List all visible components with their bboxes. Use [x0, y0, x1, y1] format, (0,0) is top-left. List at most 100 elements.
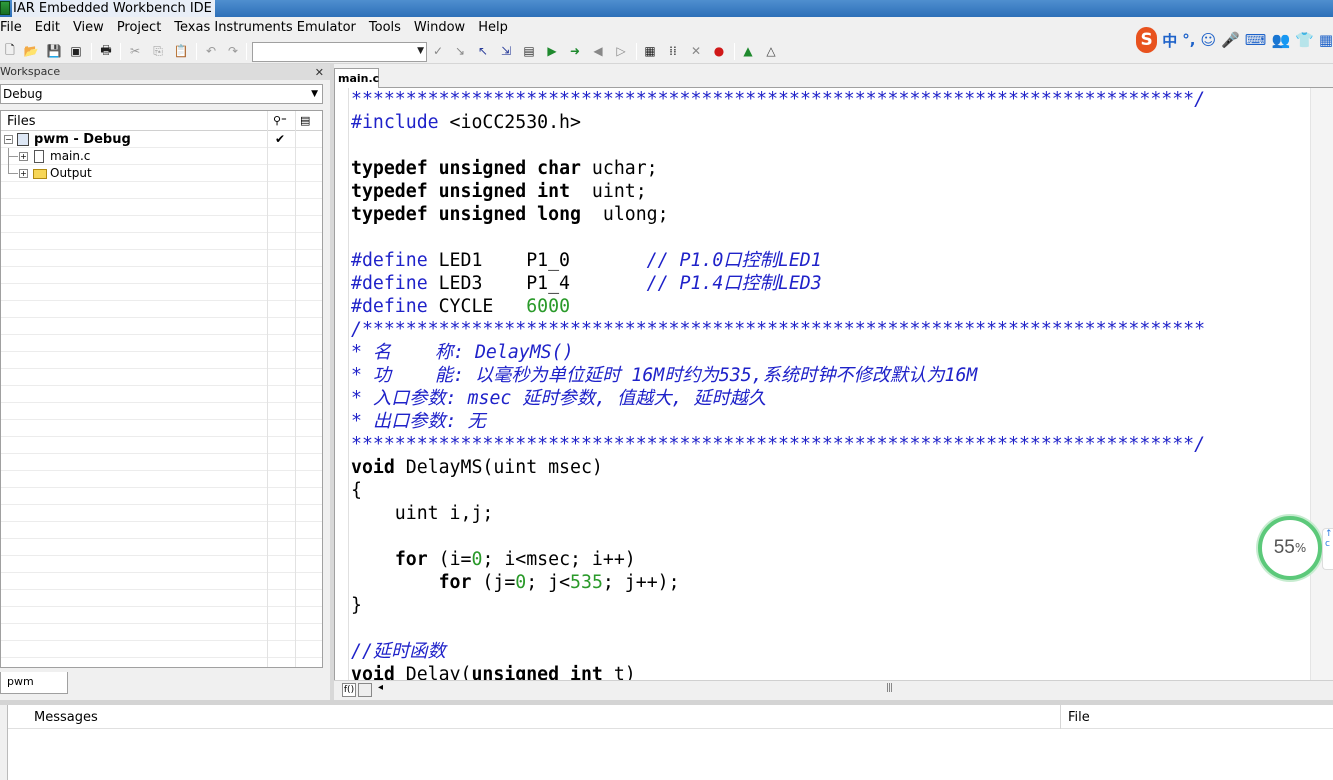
- find-in-files-icon[interactable]: ⇲: [498, 43, 514, 59]
- code-line[interactable]: typedef unsigned int uint;: [351, 180, 1205, 203]
- code-line[interactable]: ****************************************…: [351, 88, 1205, 111]
- column-options-icon[interactable]: ▤: [300, 114, 310, 127]
- step-forward-icon[interactable]: ▷: [613, 43, 629, 59]
- collapse-icon[interactable]: −: [4, 135, 13, 144]
- progress-indicator[interactable]: 55%: [1258, 516, 1322, 580]
- save-all-icon[interactable]: ▣: [68, 43, 84, 59]
- expand-icon[interactable]: +: [19, 152, 28, 161]
- code-line[interactable]: for (i=0; i<msec; i++): [351, 548, 1205, 571]
- step-back-icon[interactable]: ◀: [590, 43, 606, 59]
- expand-icon[interactable]: +: [19, 169, 28, 178]
- find-combo[interactable]: ▼: [252, 42, 427, 62]
- scroll-thumb-grip-icon[interactable]: |||: [886, 683, 893, 693]
- new-file-icon[interactable]: 🗋: [2, 43, 18, 59]
- menu-window[interactable]: Window: [408, 17, 472, 39]
- ime-skin-icon[interactable]: 👕: [1295, 31, 1314, 49]
- sort-options-icon[interactable]: ⚲⁼: [273, 114, 287, 127]
- menu-tools[interactable]: Tools: [363, 17, 408, 39]
- toggle-breakpoint-icon[interactable]: ●: [711, 43, 727, 59]
- copy-icon[interactable]: ⎘: [150, 43, 166, 59]
- menu-ti-emulator[interactable]: Texas Instruments Emulator: [168, 17, 363, 39]
- tree-item-main-c[interactable]: + main.c: [1, 148, 322, 165]
- print-icon[interactable]: 🖶: [98, 43, 114, 59]
- code-line[interactable]: #define CYCLE 6000: [351, 295, 1205, 318]
- next-bookmark-icon[interactable]: ↘: [452, 43, 468, 59]
- navigate-forward-icon[interactable]: ➜: [567, 43, 583, 59]
- code-text[interactable]: ****************************************…: [351, 88, 1205, 680]
- workspace-panel: Workspace ✕ Debug ▼ Files ⚲⁼ ▤ − pwm - D…: [0, 64, 330, 700]
- code-line[interactable]: void Delay(unsigned int t): [351, 663, 1205, 680]
- editor-gutter[interactable]: [335, 88, 349, 680]
- make-icon[interactable]: ⁞⁞: [665, 43, 681, 59]
- project-icon: [17, 133, 29, 146]
- code-line[interactable]: * 出口参数: 无: [351, 410, 1205, 433]
- horizontal-scrollbar[interactable]: f() ◂ |||: [334, 680, 1333, 698]
- code-line[interactable]: [351, 617, 1205, 640]
- code-token: #define: [351, 296, 428, 317]
- tree-item-project[interactable]: − pwm - Debug ✔: [1, 131, 322, 148]
- scroll-left-icon[interactable]: ◂: [378, 682, 383, 693]
- tab-pwm[interactable]: pwm: [0, 672, 68, 694]
- compile-icon[interactable]: ▦: [642, 43, 658, 59]
- code-line[interactable]: void DelayMS(uint msec): [351, 456, 1205, 479]
- redo-icon[interactable]: ↷: [225, 43, 241, 59]
- code-line[interactable]: * 功 能: 以毫秒为单位延时 16M时约为535,系统时钟不修改默认为16M: [351, 364, 1205, 387]
- side-widget[interactable]: ↑ c: [1322, 528, 1333, 570]
- code-line[interactable]: ****************************************…: [351, 433, 1205, 456]
- function-list-icon[interactable]: f(): [342, 683, 356, 697]
- tree-item-output[interactable]: + Output: [1, 165, 322, 182]
- code-editor[interactable]: ****************************************…: [334, 88, 1310, 680]
- code-line[interactable]: //延时函数: [351, 640, 1205, 663]
- save-icon[interactable]: 💾: [46, 43, 62, 59]
- column-messages[interactable]: Messages: [34, 710, 98, 725]
- code-line[interactable]: [351, 525, 1205, 548]
- code-line[interactable]: [351, 134, 1205, 157]
- split-view-icon[interactable]: [358, 683, 372, 697]
- code-token: for: [394, 549, 428, 570]
- ime-user-icon[interactable]: 👥: [1271, 31, 1290, 49]
- chevron-down-icon: ▼: [311, 89, 318, 99]
- ime-keyboard-icon[interactable]: ⌨: [1245, 31, 1267, 49]
- undo-icon[interactable]: ↶: [203, 43, 219, 59]
- menu-project[interactable]: Project: [111, 17, 168, 39]
- close-icon[interactable]: ✕: [315, 65, 324, 81]
- open-icon[interactable]: 📂: [23, 43, 39, 59]
- code-line[interactable]: * 入口参数: msec 延时参数, 值越大, 延时越久: [351, 387, 1205, 410]
- menu-file[interactable]: File: [0, 17, 29, 39]
- code-line[interactable]: typedef unsigned char uchar;: [351, 157, 1205, 180]
- code-line[interactable]: [351, 226, 1205, 249]
- menu-view[interactable]: View: [67, 17, 111, 39]
- code-line[interactable]: #define LED1 P1_0 // P1.0口控制LED1: [351, 249, 1205, 272]
- code-line[interactable]: /***************************************…: [351, 318, 1205, 341]
- sogou-logo-icon[interactable]: S: [1136, 27, 1158, 53]
- code-line[interactable]: for (j=0; j<535; j++);: [351, 571, 1205, 594]
- paste-icon[interactable]: 📋: [173, 43, 189, 59]
- vertical-scrollbar[interactable]: [1310, 88, 1333, 680]
- ime-tools-icon[interactable]: ▦: [1319, 31, 1333, 49]
- code-line[interactable]: #define LED3 P1_4 // P1.4口控制LED3: [351, 272, 1205, 295]
- cut-icon[interactable]: ✂: [127, 43, 143, 59]
- code-line[interactable]: typedef unsigned long ulong;: [351, 203, 1205, 226]
- panel-grip[interactable]: [0, 705, 8, 780]
- code-line[interactable]: uint i,j;: [351, 502, 1205, 525]
- navigate-back-icon[interactable]: ▶: [544, 43, 560, 59]
- code-line[interactable]: * 名 称: DelayMS(): [351, 341, 1205, 364]
- code-line[interactable]: {: [351, 479, 1205, 502]
- code-line[interactable]: }: [351, 594, 1205, 617]
- replace-icon[interactable]: ▤: [521, 43, 537, 59]
- tab-main-c[interactable]: main.c: [334, 68, 379, 89]
- ime-emoji-icon[interactable]: ☺: [1200, 31, 1216, 49]
- menu-edit[interactable]: Edit: [29, 17, 67, 39]
- toggle-bookmark-icon[interactable]: ✓: [430, 43, 446, 59]
- menu-help[interactable]: Help: [472, 17, 515, 39]
- ime-voice-icon[interactable]: 🎤: [1221, 31, 1240, 49]
- go-to-icon[interactable]: ↖: [475, 43, 491, 59]
- stop-build-icon[interactable]: ✕: [688, 43, 704, 59]
- code-line[interactable]: #include <ioCC2530.h>: [351, 111, 1205, 134]
- debug-without-download-icon[interactable]: △: [763, 43, 779, 59]
- debug-icon[interactable]: ▲: [740, 43, 756, 59]
- ime-punct-icon[interactable]: °,: [1182, 31, 1195, 49]
- configuration-select[interactable]: Debug ▼: [0, 84, 323, 104]
- column-file[interactable]: File: [1068, 710, 1090, 725]
- ime-chinese-mode[interactable]: 中: [1162, 30, 1177, 51]
